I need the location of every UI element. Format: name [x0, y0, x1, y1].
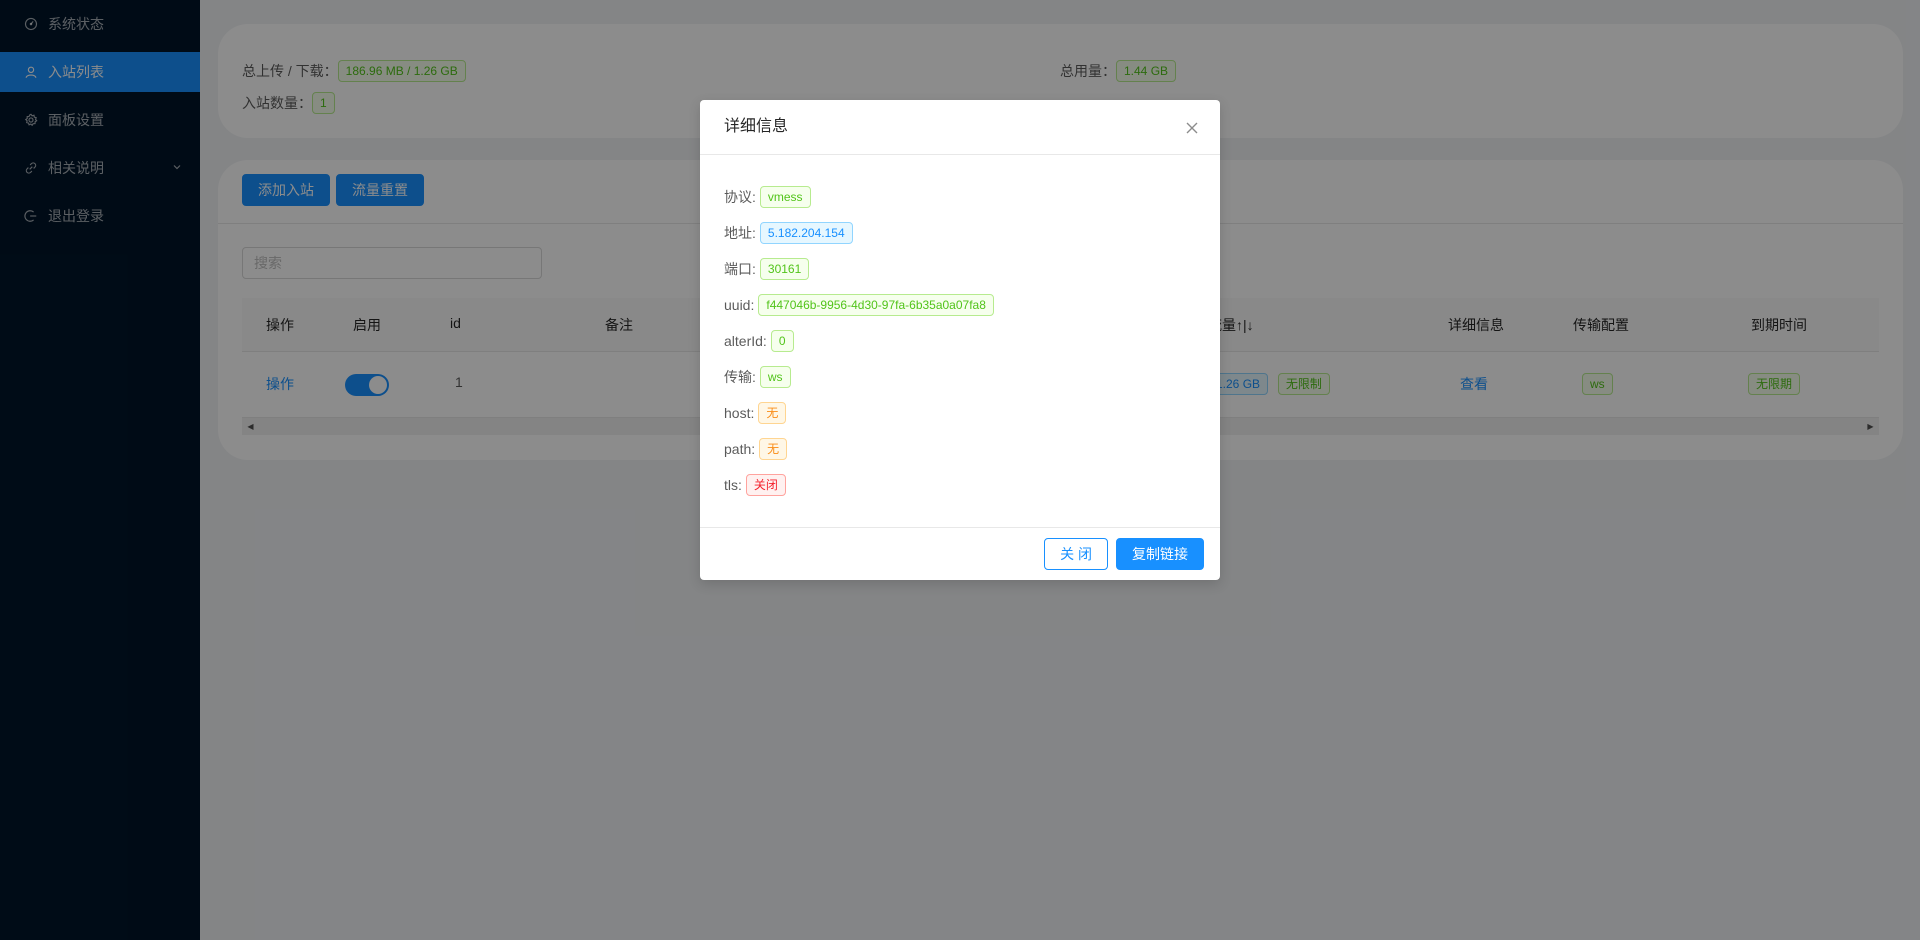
host-tag: 无: [758, 402, 787, 424]
address-tag: 5.182.204.154: [759, 222, 853, 244]
port-tag: 30161: [759, 258, 810, 280]
modal-title: 详细信息: [724, 118, 789, 135]
detail-label: 地址:: [724, 225, 756, 241]
transport-tag: ws: [759, 366, 791, 388]
detail-label: 协议:: [724, 189, 756, 205]
detail-label: 传输:: [724, 369, 756, 385]
detail-label: host:: [724, 405, 755, 421]
detail-row-address: 地址: 5.182.204.154: [724, 215, 1196, 251]
detail-row-uuid: uuid: f447046b-9956-4d30-97fa-6b35a0a07f…: [724, 287, 1196, 323]
detail-label: alterId:: [724, 333, 767, 349]
detail-row-transport: 传输: ws: [724, 359, 1196, 395]
detail-label: tls:: [724, 477, 742, 493]
uuid-tag: f447046b-9956-4d30-97fa-6b35a0a07fa8: [758, 294, 994, 316]
protocol-tag: vmess: [759, 186, 811, 208]
modal-footer: 关 闭 复制链接: [700, 527, 1220, 580]
modal-header: 详细信息: [700, 100, 1220, 155]
tls-tag: 关闭: [745, 474, 786, 496]
modal-body: 协议: vmess 地址: 5.182.204.154 端口: 30161 uu…: [700, 155, 1220, 527]
detail-label: 端口:: [724, 261, 756, 277]
detail-label: uuid:: [724, 297, 755, 313]
detail-row-path: path: 无: [724, 431, 1196, 467]
close-button[interactable]: 关 闭: [1044, 538, 1108, 570]
close-icon[interactable]: [1182, 118, 1202, 138]
detail-row-protocol: 协议: vmess: [724, 179, 1196, 215]
copy-link-button[interactable]: 复制链接: [1116, 538, 1204, 570]
path-tag: 无: [759, 438, 788, 460]
detail-row-host: host: 无: [724, 395, 1196, 431]
detail-label: path:: [724, 441, 756, 457]
alterid-tag: 0: [770, 330, 794, 352]
detail-row-port: 端口: 30161: [724, 251, 1196, 287]
detail-row-tls: tls: 关闭: [724, 467, 1196, 503]
detail-modal: 详细信息 协议: vmess 地址: 5.182.204.154 端口: 301…: [700, 100, 1220, 580]
detail-row-alterid: alterId: 0: [724, 323, 1196, 359]
